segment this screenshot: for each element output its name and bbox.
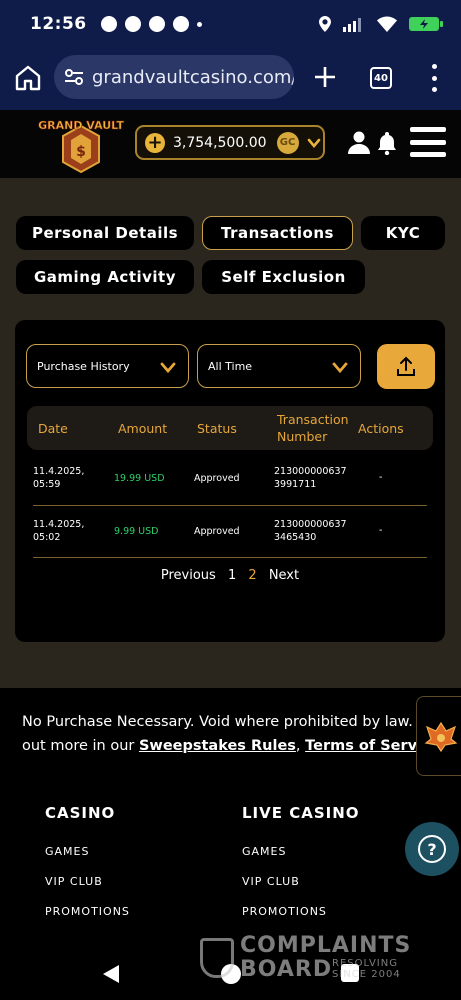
messenger-notification-icon: [124, 16, 141, 32]
table-row: 11.4.2025, 05:02 9.99 USD Approved 213000…: [33, 506, 427, 558]
promo-side-badge[interactable]: [416, 696, 461, 776]
chevron-down-icon: [332, 362, 348, 374]
signal-icon: [343, 18, 361, 32]
account-section: Personal Details Transactions KYC Gaming…: [0, 178, 461, 688]
upload-icon: [397, 356, 415, 376]
svg-text:GRAND VAULT: GRAND VAULT: [38, 119, 124, 132]
row-transaction-number: 213000000637 3465430: [274, 519, 347, 543]
row-status: Approved: [194, 473, 240, 484]
footer-link-vip-club[interactable]: VIP CLUB: [45, 875, 103, 888]
pagination: Previous 1 2 Next: [15, 568, 445, 583]
history-type-select[interactable]: Purchase History: [26, 344, 189, 388]
column-amount[interactable]: Amount: [118, 406, 167, 450]
notification-icons: [100, 16, 202, 32]
footer-link-live-promotions[interactable]: PROMOTIONS: [242, 905, 327, 918]
tab-transactions[interactable]: Transactions: [202, 216, 353, 250]
home-icon[interactable]: [14, 64, 42, 92]
chevron-down-icon: [160, 362, 176, 374]
hamburger-menu-icon[interactable]: [410, 127, 446, 157]
previous-page-link[interactable]: Previous: [161, 568, 216, 583]
back-icon[interactable]: [102, 964, 120, 984]
new-tab-icon[interactable]: [312, 64, 338, 90]
column-actions: Actions: [358, 420, 404, 436]
question-mark-icon: ?: [418, 835, 446, 863]
row-amount: 19.99 USD: [114, 473, 165, 484]
user-icon[interactable]: [347, 130, 371, 154]
chat-notification-icon: [100, 16, 117, 32]
casino-heading: CASINO: [45, 804, 116, 822]
battery-charging-icon: [409, 17, 443, 31]
column-transaction-number[interactable]: Transaction Number: [277, 406, 357, 450]
footer-link-live-vip-club[interactable]: VIP CLUB: [242, 875, 300, 888]
column-status[interactable]: Status: [197, 406, 237, 450]
messenger-notification-icon: [148, 16, 165, 32]
disclaimer-text: No Purchase Necessary. Void where prohib…: [22, 714, 461, 754]
tab-self-exclusion[interactable]: Self Exclusion: [202, 260, 365, 294]
live-casino-heading: LIVE CASINO: [242, 804, 360, 822]
chevron-down-icon[interactable]: [307, 136, 321, 150]
tab-switcher-button[interactable]: 40: [370, 67, 392, 89]
address-bar[interactable]: grandvaultcasino.com/a: [54, 55, 294, 99]
balance-amount: 3,754,500.00: [173, 134, 267, 151]
tab-personal-details[interactable]: Personal Details: [16, 216, 194, 250]
svg-text:$: $: [76, 144, 86, 160]
balance-widget[interactable]: + 3,754,500.00 GC: [135, 125, 325, 160]
add-funds-icon[interactable]: +: [145, 132, 165, 153]
browser-menu-icon[interactable]: [430, 64, 438, 92]
footer-link-promotions[interactable]: PROMOTIONS: [45, 905, 130, 918]
transactions-card: Purchase History All Time Date Amount St…: [15, 320, 445, 642]
page-1-link[interactable]: 1: [228, 568, 236, 583]
watermark-tagline: RESOLVING SINCE 2004: [332, 958, 401, 980]
history-type-value: Purchase History: [37, 359, 130, 373]
system-icons: [319, 16, 443, 32]
more-notifications-dot-icon: [196, 21, 202, 27]
table-row: 11.4.2025, 05:59 19.99 USD Approved 21300…: [33, 454, 427, 506]
wifi-icon: [377, 16, 397, 32]
shield-icon: [200, 938, 234, 978]
url-text: grandvaultcasino.com/a: [92, 66, 294, 88]
row-transaction-number: 213000000637 3991711: [274, 466, 347, 490]
time-range-select[interactable]: All Time: [197, 344, 361, 388]
site-footer: No Purchase Necessary. Void where prohib…: [0, 688, 461, 950]
row-actions[interactable]: -: [379, 471, 382, 484]
gold-coin-icon: GC: [276, 131, 299, 154]
row-date: 11.4.2025, 05:02: [33, 519, 85, 543]
grand-vault-logo[interactable]: $ GRAND VAULT: [37, 116, 125, 174]
phoenix-emblem-icon: [424, 721, 458, 753]
footer-link-live-games[interactable]: GAMES: [242, 845, 286, 858]
clock: 12:56: [30, 14, 87, 34]
column-date[interactable]: Date: [38, 406, 68, 450]
page-2-link[interactable]: 2: [248, 568, 256, 583]
sweepstakes-rules-link[interactable]: Sweepstakes Rules: [139, 738, 296, 754]
tab-kyc[interactable]: KYC: [361, 216, 445, 250]
browser-toolbar: grandvaultcasino.com/a 40: [0, 48, 461, 110]
row-amount: 9.99 USD: [114, 526, 159, 537]
tab-gaming-activity[interactable]: Gaming Activity: [16, 260, 194, 294]
footer-link-games[interactable]: GAMES: [45, 845, 89, 858]
time-range-value: All Time: [208, 359, 253, 373]
android-status-bar: 12:56: [0, 0, 461, 48]
next-page-link[interactable]: Next: [269, 568, 299, 583]
row-actions[interactable]: -: [379, 524, 382, 537]
complaints-board-watermark: COMPLAINTS BOARD RESOLVING SINCE 2004: [200, 934, 415, 982]
help-chat-button[interactable]: ?: [405, 822, 459, 876]
row-status: Approved: [194, 526, 240, 537]
export-button[interactable]: [377, 344, 435, 389]
location-icon: [319, 16, 331, 32]
bell-icon[interactable]: [377, 131, 397, 155]
message-notification-icon: [172, 16, 189, 32]
row-date: 11.4.2025, 05:59: [33, 466, 85, 490]
table-header: Date Amount Status Transaction Number Ac…: [27, 406, 433, 450]
site-settings-icon[interactable]: [64, 67, 84, 87]
